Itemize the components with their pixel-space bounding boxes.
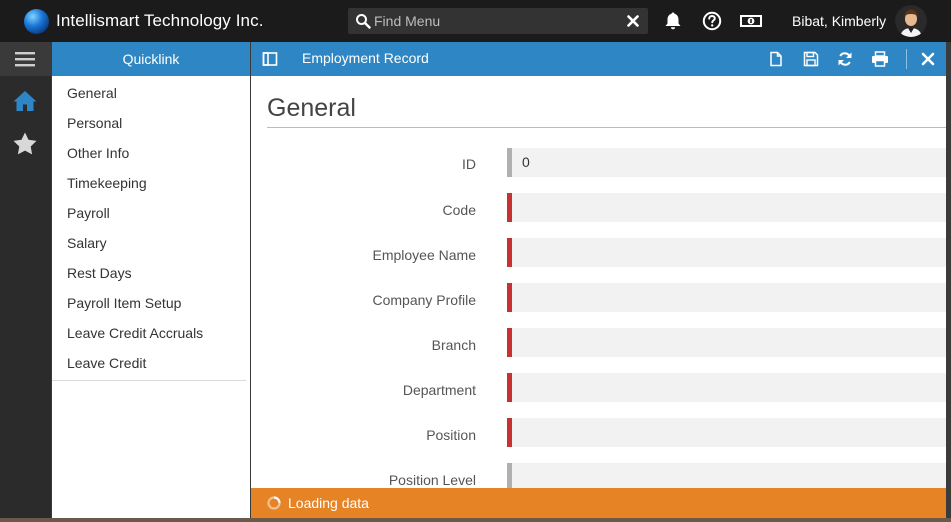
quicklink-item-timekeeping[interactable]: Timekeeping <box>52 168 250 198</box>
header-divider <box>906 49 907 69</box>
id-field[interactable]: 0 <box>507 148 946 177</box>
quicklink-divider <box>52 380 246 381</box>
quicklink-panel: Quicklink General Personal Other Info Ti… <box>52 42 250 518</box>
status-text: Loading data <box>288 495 369 511</box>
clear-search-icon[interactable] <box>626 14 640 28</box>
quicklink-item-general[interactable]: General <box>52 78 250 108</box>
department-label: Department <box>402 382 476 398</box>
section-divider <box>267 127 946 128</box>
sidebar-toggle-icon[interactable] <box>262 51 278 67</box>
quicklink-item-other-info[interactable]: Other Info <box>52 138 250 168</box>
section-title: General <box>267 94 356 122</box>
money-icon[interactable] <box>739 11 763 31</box>
employee-name-label: Employee Name <box>372 247 477 263</box>
bell-icon[interactable] <box>663 11 683 31</box>
left-rail <box>0 42 51 518</box>
top-bar: Intellismart Technology Inc. Bibat, Kimb… <box>0 0 951 42</box>
quicklink-item-personal[interactable]: Personal <box>52 108 250 138</box>
quicklink-item-salary[interactable]: Salary <box>52 228 250 258</box>
position-level-label: Position Level <box>388 472 476 488</box>
panel-header: Employment Record <box>251 42 946 76</box>
company-profile-label: Company Profile <box>372 292 477 308</box>
rail-menu-button[interactable] <box>0 42 51 76</box>
quicklink-item-leave-credit[interactable]: Leave Credit <box>52 348 250 378</box>
position-label: Position <box>426 427 476 443</box>
help-icon[interactable] <box>702 11 722 31</box>
quicklink-header: Quicklink <box>52 42 250 76</box>
search-icon <box>356 14 371 29</box>
search-box[interactable] <box>348 8 648 34</box>
search-input[interactable] <box>374 11 614 31</box>
quicklink-item-payroll[interactable]: Payroll <box>52 198 250 228</box>
code-label: Code <box>442 202 476 218</box>
avatar[interactable] <box>895 5 927 37</box>
employment-record-panel: Employment Record General ID 0 Code Empl… <box>251 42 946 518</box>
quicklink-item-payroll-item-setup[interactable]: Payroll Item Setup <box>52 288 250 318</box>
branch-field[interactable] <box>507 328 946 357</box>
home-icon[interactable] <box>12 88 38 114</box>
quicklink-list: General Personal Other Info Timekeeping … <box>52 78 250 378</box>
department-field[interactable] <box>507 373 946 402</box>
quicklink-item-rest-days[interactable]: Rest Days <box>52 258 250 288</box>
position-field[interactable] <box>507 418 946 447</box>
quicklink-item-leave-credit-accruals[interactable]: Leave Credit Accruals <box>52 318 250 348</box>
id-label: ID <box>462 156 476 172</box>
spinner-icon <box>267 496 281 510</box>
close-icon[interactable] <box>921 52 935 66</box>
hamburger-icon <box>15 52 35 67</box>
refresh-icon[interactable] <box>837 51 853 67</box>
company-logo <box>24 9 49 34</box>
star-icon[interactable] <box>12 131 38 157</box>
status-bar: Loading data <box>251 488 946 518</box>
app-title: Intellismart Technology Inc. <box>56 11 264 30</box>
user-name[interactable]: Bibat, Kimberly <box>792 13 886 29</box>
background-strip <box>0 518 951 522</box>
panel-title: Employment Record <box>302 50 429 66</box>
new-document-icon[interactable] <box>768 51 784 67</box>
print-icon[interactable] <box>871 51 889 67</box>
company-profile-field[interactable] <box>507 283 946 312</box>
branch-label: Branch <box>431 337 476 353</box>
save-icon[interactable] <box>803 51 819 67</box>
window-edge <box>946 42 951 518</box>
employee-name-field[interactable] <box>507 238 946 267</box>
code-field[interactable] <box>507 193 946 222</box>
